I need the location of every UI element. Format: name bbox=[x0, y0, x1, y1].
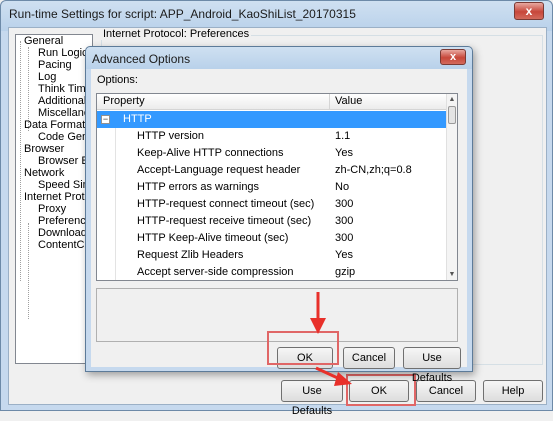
property-name: HTTP errors as warnings bbox=[137, 181, 260, 193]
right-arrow-icon bbox=[315, 366, 352, 386]
table-row[interactable]: HTTP errors as warnings No bbox=[97, 179, 447, 196]
property-name: Keep-Alive HTTP connections bbox=[137, 147, 284, 159]
table-row[interactable]: Accept server-side compression gzip bbox=[97, 264, 447, 280]
dialog-client-area: Options: Property Value HTTP − HTTP vers… bbox=[91, 69, 467, 384]
property-name: HTTP-request connect timeout (sec) bbox=[137, 198, 315, 210]
property-name: HTTP-request receive timeout (sec) bbox=[137, 215, 312, 227]
property-column-header[interactable]: Property bbox=[103, 95, 145, 107]
table-row[interactable]: Accept-Language request header zh-CN,zh;… bbox=[97, 162, 447, 179]
table-row[interactable]: HTTP-request receive timeout (sec) 300 bbox=[97, 213, 447, 230]
table-row[interactable]: Keep-Alive HTTP connections Yes bbox=[97, 145, 447, 162]
section-row-http[interactable]: HTTP bbox=[97, 111, 447, 128]
property-name: Accept server-side compression bbox=[137, 266, 294, 278]
property-name: Accept-Language request header bbox=[137, 164, 301, 176]
scroll-up-icon[interactable]: ▲ bbox=[448, 95, 456, 104]
dialog-close-button[interactable]: x bbox=[440, 49, 466, 65]
window-title: Run-time Settings for script: APP_Androi… bbox=[9, 7, 356, 21]
property-value: Yes bbox=[335, 249, 353, 261]
property-name: HTTP version bbox=[137, 130, 205, 142]
property-value: Yes bbox=[335, 147, 353, 159]
property-name: HTTP Keep-Alive timeout (sec) bbox=[137, 232, 289, 244]
table-row[interactable]: HTTP Keep-Alive timeout (sec) 300 bbox=[97, 230, 447, 247]
property-value: gzip bbox=[335, 266, 356, 278]
property-value: 1.1 bbox=[335, 130, 351, 142]
table-row[interactable]: HTTP version 1.1 bbox=[97, 128, 447, 145]
collapse-toggle-icon[interactable]: − bbox=[101, 115, 110, 124]
property-value: 300 bbox=[335, 198, 354, 210]
options-label: Options: bbox=[97, 74, 138, 86]
dialog-title: Advanced Options bbox=[92, 52, 191, 66]
scroll-down-icon[interactable]: ▼ bbox=[448, 270, 456, 279]
section-label: HTTP bbox=[123, 113, 152, 125]
grid-header: Property Value bbox=[97, 94, 447, 110]
options-property-grid[interactable]: Property Value HTTP − HTTP version 1.1 K… bbox=[96, 93, 458, 281]
dialog-use-defaults-button[interactable]: Use Defaults bbox=[403, 347, 461, 384]
window-close-button[interactable]: x bbox=[514, 2, 544, 20]
preferences-group-title: Internet Protocol: Preferences bbox=[101, 28, 252, 40]
property-value: 300 bbox=[335, 215, 354, 227]
settings-tree[interactable]: General Run Logic Pacing Log Think Time … bbox=[15, 34, 93, 364]
down-arrow-icon bbox=[310, 292, 326, 334]
property-value: zh-CN,zh;q=0.8 bbox=[335, 164, 412, 176]
tree-connector bbox=[20, 41, 21, 281]
help-button[interactable]: Help bbox=[483, 380, 543, 402]
table-row[interactable]: Request Zlib Headers Yes bbox=[97, 247, 447, 264]
table-row[interactable]: HTTP-request connect timeout (sec) 300 bbox=[97, 196, 447, 213]
tree-connector bbox=[28, 223, 29, 319]
column-separator[interactable] bbox=[329, 94, 330, 110]
advanced-options-dialog: Advanced Options x Options: Property Val… bbox=[85, 46, 473, 384]
scroll-thumb[interactable] bbox=[448, 106, 456, 124]
grid-vertical-scrollbar[interactable]: ▲ ▼ bbox=[446, 94, 457, 280]
property-value: 300 bbox=[335, 232, 354, 244]
value-column-header[interactable]: Value bbox=[335, 95, 362, 107]
property-name: Request Zlib Headers bbox=[137, 249, 244, 261]
property-value: No bbox=[335, 181, 350, 193]
